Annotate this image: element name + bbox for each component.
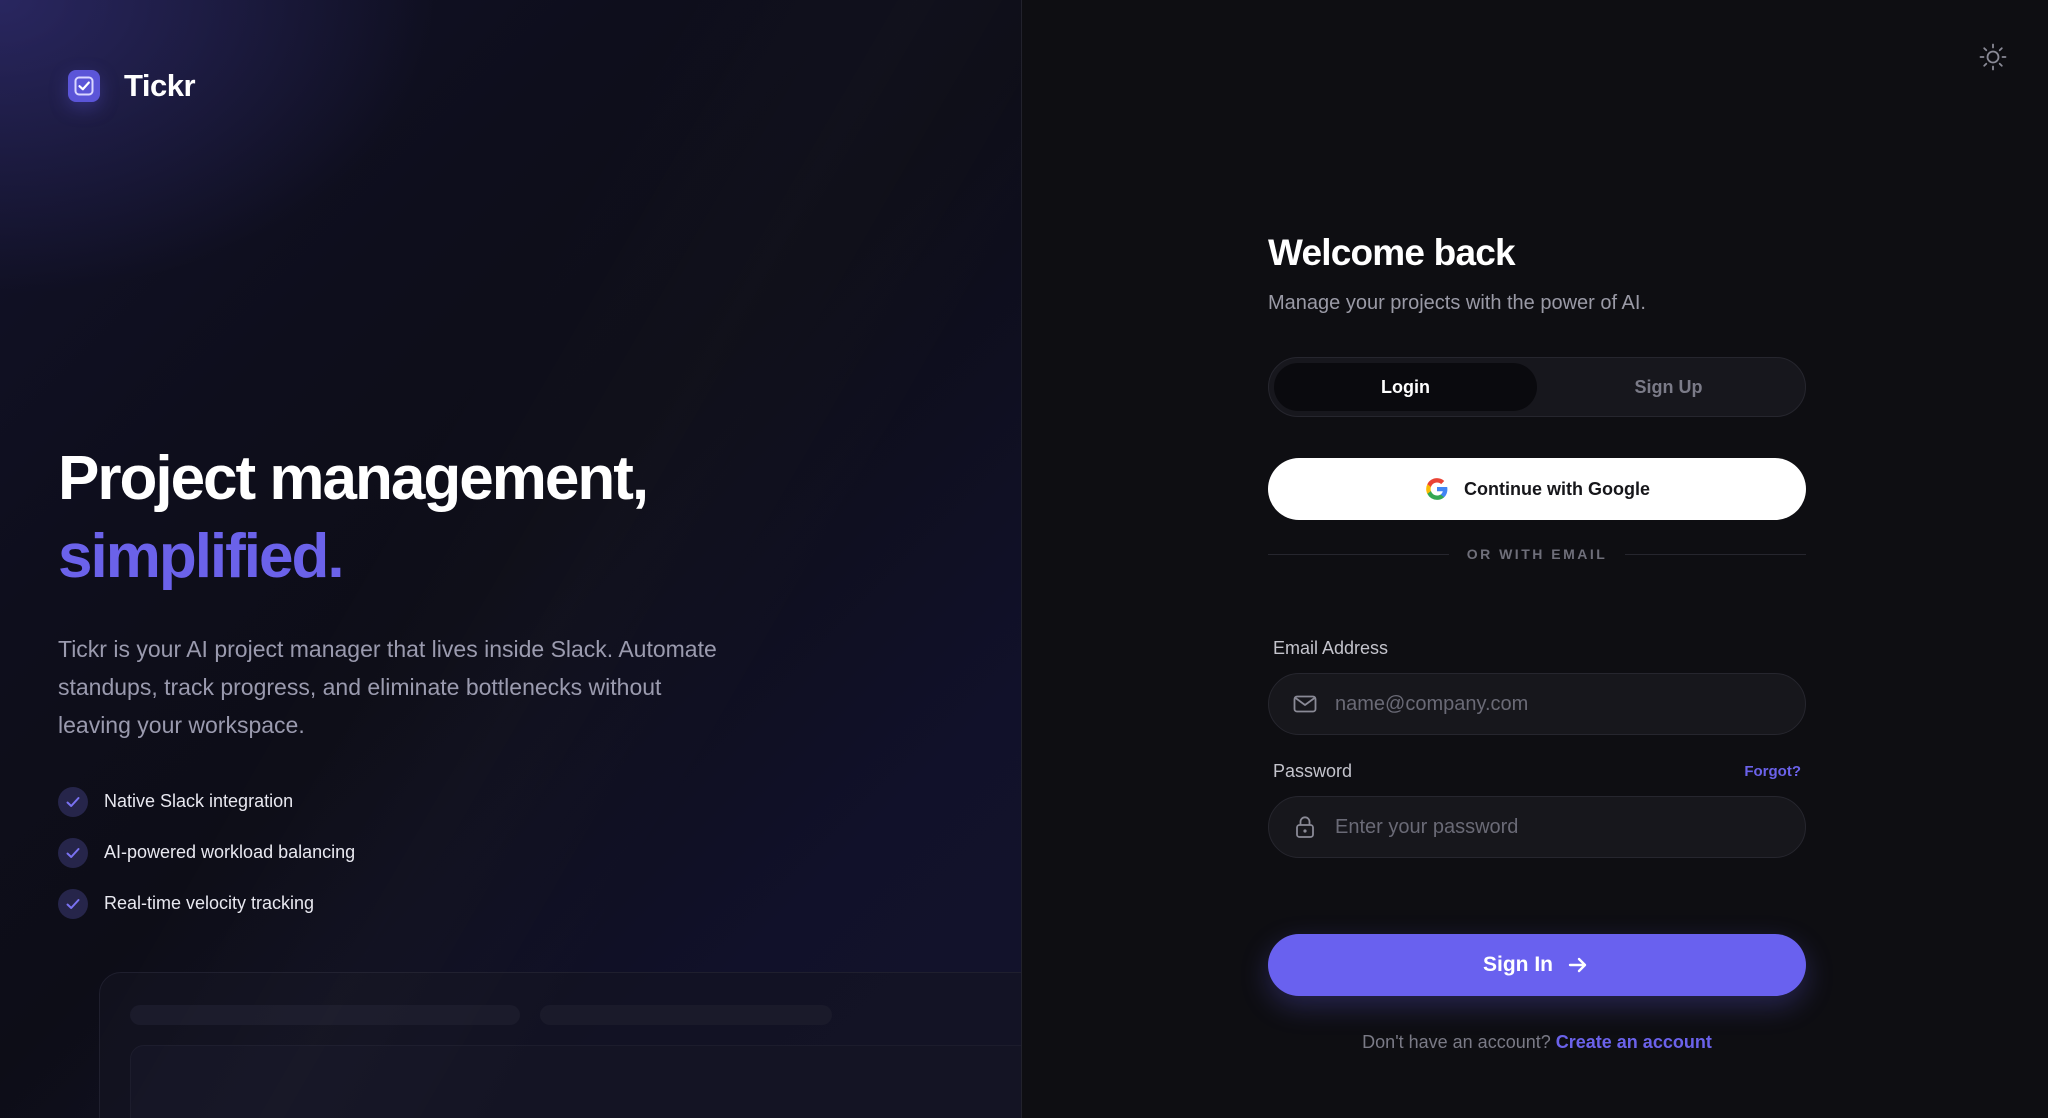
- checkbox-icon: [68, 70, 100, 102]
- brand[interactable]: Tickr: [68, 68, 196, 104]
- check-icon: [58, 888, 88, 919]
- divider-line: [1625, 553, 1807, 555]
- auth-subtitle: Manage your projects with the power of A…: [1268, 292, 1646, 314]
- mail-icon: [1293, 695, 1317, 713]
- tab-signup[interactable]: Sign Up: [1537, 363, 1800, 411]
- feature-list: Native Slack integration AI-powered work…: [58, 776, 355, 929]
- email-label: Email Address: [1273, 638, 1389, 658]
- brand-name: Tickr: [124, 68, 196, 103]
- check-icon: [58, 786, 88, 817]
- auth-title: Welcome back: [1268, 232, 1516, 273]
- google-signin-button[interactable]: Continue with Google: [1268, 458, 1806, 520]
- arrow-right-icon: [1568, 957, 1587, 973]
- email-group: Email Address: [1268, 638, 1806, 735]
- tab-login[interactable]: Login: [1274, 363, 1537, 411]
- theme-toggle-button[interactable]: [1976, 40, 2010, 74]
- signup-prompt-text: Don't have an account?: [1362, 1032, 1551, 1052]
- feature-item: Real-time velocity tracking: [58, 878, 355, 929]
- hero-title: Project management, simplified.: [58, 440, 818, 596]
- auth-tabs: Login Sign Up: [1268, 357, 1806, 417]
- lock-icon: [1296, 816, 1314, 838]
- feature-label: Real-time velocity tracking: [104, 893, 315, 913]
- hero-title-accent: simplified.: [58, 522, 345, 591]
- password-input[interactable]: [1335, 797, 1805, 857]
- divider: OR WITH EMAIL: [1268, 546, 1807, 562]
- check-icon: [58, 837, 88, 868]
- login-form: Welcome back Manage your projects with t…: [1268, 232, 1807, 1053]
- signup-prompt: Don't have an account? Create an account: [1268, 1032, 1806, 1053]
- sign-in-button[interactable]: Sign In: [1268, 934, 1806, 996]
- sign-in-label: Sign In: [1483, 953, 1553, 976]
- auth-panel: Welcome back Manage your projects with t…: [1022, 0, 2048, 1118]
- password-group: Password Forgot?: [1268, 761, 1806, 858]
- feature-item: Native Slack integration: [58, 776, 355, 827]
- app-preview-mockup: [99, 972, 1021, 1118]
- marketing-panel: Tickr Project management, simplified. Ti…: [0, 0, 1022, 1118]
- login-page: Tickr Project management, simplified. Ti…: [0, 0, 2048, 1118]
- preview-placeholder-panel: [130, 1045, 1021, 1118]
- hero-description: Tickr is your AI project manager that li…: [58, 636, 717, 738]
- password-label: Password: [1273, 761, 1353, 781]
- feature-label: Native Slack integration: [104, 791, 294, 811]
- feature-item: AI-powered workload balancing: [58, 827, 355, 878]
- google-button-label: Continue with Google: [1464, 478, 1650, 499]
- hero-title-line1: Project management,: [58, 444, 649, 513]
- forgot-password-link[interactable]: Forgot?: [1744, 763, 1801, 780]
- sun-icon: [1979, 43, 2007, 71]
- create-account-link[interactable]: Create an account: [1556, 1032, 1712, 1052]
- google-icon: [1426, 478, 1448, 500]
- divider-line: [1268, 553, 1449, 555]
- preview-placeholder-bar: [540, 1005, 832, 1025]
- divider-text: OR WITH EMAIL: [1466, 546, 1608, 562]
- password-label-row: Password Forgot?: [1268, 761, 1806, 782]
- preview-placeholder-bar: [130, 1005, 520, 1025]
- email-label-row: Email Address: [1268, 638, 1806, 659]
- email-field-wrapper: [1268, 673, 1806, 735]
- email-input[interactable]: [1335, 674, 1805, 734]
- password-field-wrapper: [1268, 796, 1806, 858]
- hero: Project management, simplified. Tickr is…: [58, 440, 818, 744]
- feature-label: AI-powered workload balancing: [104, 842, 356, 862]
